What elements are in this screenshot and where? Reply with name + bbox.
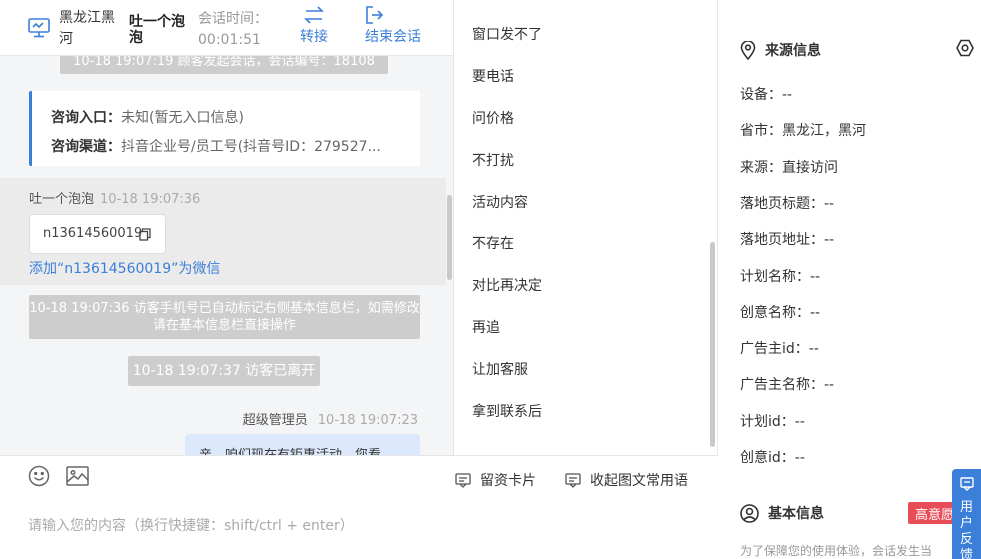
source-region: 省市：黑龙江，黑河 [740, 123, 866, 139]
collapse-phrases-button[interactable]: 收起图文常用语 [565, 470, 688, 490]
message-input[interactable] [28, 506, 698, 546]
source-plan-name: 计划名称：-- [740, 269, 821, 285]
transfer-icon [304, 6, 324, 24]
chat-header: 黑龙江黑河 吐一个泡泡 会话时间： 00:01:51 转接 结束会话 [0, 0, 453, 56]
phone-number: n13614560019 [43, 226, 143, 241]
phrase-item[interactable]: 要电话 [472, 66, 514, 86]
basic-info-title: 基本信息 [740, 503, 824, 523]
add-wechat-link[interactable]: 添加“n13614560019”为微信 [29, 258, 220, 278]
agent-message-bubble: 亲，咱们现在有钜惠活动，您看 [185, 434, 420, 455]
system-message: 10-18 19:07:37 访客已离开 [128, 356, 320, 386]
source-info-title: 来源信息 [740, 40, 821, 60]
phrase-item[interactable]: 让加客服 [472, 359, 528, 379]
source-creative-id: 创意id：-- [740, 450, 805, 466]
monitor-icon [28, 18, 50, 38]
phrase-item[interactable]: 拿到联系后 [472, 401, 542, 421]
visitor-message-time: 10-18 19:07:36 [100, 192, 201, 207]
agent-message-name: 超级管理员 [242, 413, 308, 428]
inquiry-entry: 咨询入口：未知(暂无入口信息) [51, 104, 403, 133]
lead-card-button[interactable]: 留资卡片 [455, 470, 536, 490]
phrase-item[interactable]: 活动内容 [472, 192, 528, 212]
transfer-label: 转接 [300, 29, 328, 45]
exit-icon [366, 6, 383, 24]
inquiry-channel-label: 咨询渠道： [51, 139, 121, 155]
phrase-item[interactable]: 不打扰 [472, 150, 514, 170]
message-icon [565, 472, 581, 488]
feedback-button[interactable]: 用户反馈 [952, 469, 981, 559]
source-landing-title: 落地页标题：-- [740, 196, 835, 212]
visitor-message-block: 吐一个泡泡 10-18 19:07:36 n13614560019 添加“n136… [0, 178, 446, 285]
info-sidebar: 来源信息 设备：-- 省市：黑龙江，黑河 来源：直接访问 落地页标题：-- 落地… [718, 0, 981, 559]
end-session-button[interactable]: 结束会话 [365, 6, 421, 46]
inquiry-info-card: 咨询入口：未知(暂无入口信息) 咨询渠道：抖音企业号/员工号(抖音号ID：279… [29, 91, 420, 166]
image-icon[interactable] [66, 466, 89, 486]
phrase-item[interactable]: 再追 [472, 317, 500, 337]
emoji-icon[interactable] [28, 465, 50, 487]
visitor-message-name: 吐一个泡泡 [29, 192, 95, 207]
session-time-label: 会话时间： [198, 11, 268, 27]
feedback-label: 用户反馈 [959, 500, 973, 559]
inquiry-channel-value: 抖音企业号/员工号(抖音号ID：279527... [121, 139, 381, 155]
chat-scrollbar[interactable] [447, 195, 452, 280]
inquiry-entry-value: 未知(暂无入口信息) [121, 110, 244, 126]
source-advertiser-name: 广告主名称：-- [740, 377, 835, 393]
visitor-message-meta: 吐一个泡泡 10-18 19:07:36 [29, 188, 200, 207]
source-advertiser-id: 广告主id：-- [740, 341, 819, 357]
feedback-icon [959, 477, 974, 491]
phrase-item[interactable]: 不存在 [472, 233, 514, 253]
location-pin-icon [740, 40, 756, 60]
privacy-note: 为了保障您的使用体验，会话发生当 [740, 544, 933, 558]
basic-info-label: 基本信息 [768, 506, 824, 522]
card-icon [455, 472, 471, 488]
agent-message-time: 10-18 19:07:23 [317, 413, 418, 428]
phrase-scrollbar[interactable] [710, 242, 715, 447]
phrase-item[interactable]: 问价格 [472, 108, 514, 128]
lead-card-label: 留资卡片 [480, 473, 536, 489]
copy-icon[interactable] [139, 228, 151, 241]
collapse-phrases-label: 收起图文常用语 [590, 473, 688, 489]
system-message: 10-18 19:07:36 访客手机号已自动标记右侧基本信息栏，如需修改请在基… [29, 295, 420, 339]
visitor-location: 黑龙江黑河 [59, 10, 115, 47]
source-creative-name: 创意名称：-- [740, 305, 821, 321]
settings-icon[interactable] [956, 39, 974, 57]
source-device: 设备：-- [740, 87, 793, 103]
inquiry-entry-label: 咨询入口： [51, 110, 121, 126]
source-origin: 来源：直接访问 [740, 160, 838, 176]
end-session-label: 结束会话 [365, 29, 421, 45]
phrase-item[interactable]: 对比再决定 [472, 275, 542, 295]
source-info-label: 来源信息 [765, 43, 821, 59]
phrase-item[interactable]: 窗口发不了 [472, 24, 542, 44]
quick-phrase-panel: 窗口发不了 要电话 问价格 不打扰 活动内容 不存在 对比再决定 再追 让加客服… [454, 0, 718, 455]
message-composer: 留资卡片 收起图文常用语 [0, 455, 718, 559]
visitor-name: 吐一个泡泡 [129, 14, 185, 46]
session-time: 00:01:51 [198, 32, 261, 48]
inquiry-channel: 咨询渠道：抖音企业号/员工号(抖音号ID：279527... [51, 133, 403, 162]
transfer-button[interactable]: 转接 [300, 6, 328, 46]
chat-panel: 黑龙江黑河 吐一个泡泡 会话时间： 00:01:51 转接 结束会话 10-18… [0, 0, 454, 455]
source-plan-id: 计划id：-- [740, 414, 805, 430]
user-circle-icon [740, 503, 759, 523]
source-landing-url: 落地页地址：-- [740, 232, 835, 248]
agent-message-meta: 超级管理员 10-18 19:07:23 [243, 409, 418, 428]
phone-message-bubble: n13614560019 [29, 214, 166, 254]
